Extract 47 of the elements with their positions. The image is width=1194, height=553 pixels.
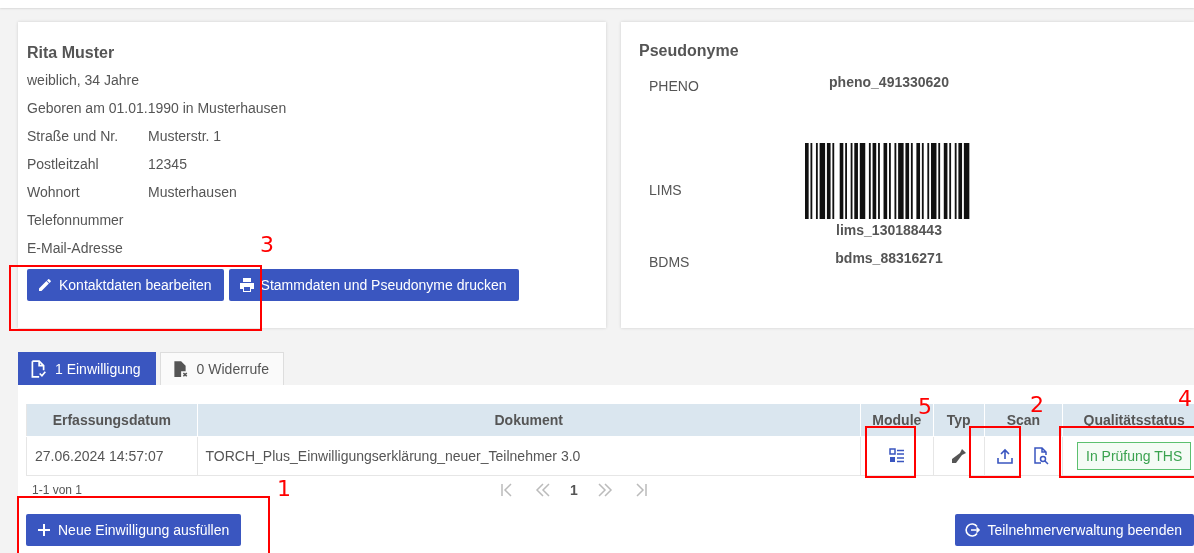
status-badge: In Prüfung THS [1077, 442, 1192, 470]
field-label: Postleitzahl [27, 156, 99, 174]
page-number[interactable]: 1 [570, 482, 578, 498]
upload-icon[interactable] [996, 447, 1015, 466]
field-value: Musterhausen [148, 184, 237, 202]
annotation-frame [865, 426, 916, 478]
tab[interactable]: 0 Widerrufe [159, 352, 284, 385]
field-label: E-Mail-Adresse [27, 240, 123, 258]
tab[interactable]: 1 Einwilligung [18, 352, 156, 385]
result-count: 1-1 von 1 [32, 483, 83, 497]
pseudonym-label: LIMS [649, 182, 683, 198]
annotation-frame [969, 426, 1021, 478]
column-header: Typ [933, 403, 985, 437]
document-check-icon [29, 360, 47, 378]
pen-nib-icon [949, 447, 968, 466]
plus-icon [36, 522, 52, 538]
person-name: Rita Muster [27, 44, 115, 62]
column-header: Dokument [197, 403, 861, 437]
next-page-icon[interactable] [595, 481, 614, 499]
annotation-number: 3 [260, 232, 274, 257]
field-value: Musterstr. 1 [148, 128, 222, 146]
edit-button[interactable]: Kontaktdaten bearbeiten [27, 269, 224, 301]
table-cell: 27.06.2024 14:57:07 [26, 436, 198, 476]
person-summary: weiblich, 34 Jahre [27, 72, 140, 88]
field-label: Straße und Nr. [27, 128, 119, 146]
exit-icon [965, 522, 982, 538]
add-button[interactable]: Neue Einwilligung ausfüllen [26, 514, 242, 546]
document-search-icon[interactable] [1032, 447, 1051, 466]
pseudonym-value: pheno_491330620 [829, 74, 949, 90]
pseudonym-value: lims_130188443 [836, 221, 942, 238]
previous-page-icon[interactable] [534, 481, 553, 499]
exit-button[interactable]: Teilnehmerverwaltung beenden [955, 514, 1194, 546]
table-cell: TORCH_Plus_Einwilligungserklärung_neuer_Teilnehmer 3.0 [197, 436, 861, 476]
printer-icon [238, 277, 255, 293]
field-label: Telefonnummer [27, 212, 124, 230]
pseudonym-label: BDMS [649, 253, 691, 270]
field-label: Wohnort [27, 184, 80, 202]
birth-info: Geboren am 01.01.1990 in Musterhausen [27, 100, 287, 116]
annotation-number: 1 [277, 476, 291, 501]
field-value: 12345 [148, 156, 187, 174]
annotation-number: 2 [1030, 392, 1044, 417]
pseudonym-value: bdms_88316271 [835, 250, 943, 266]
pencil-icon [37, 277, 53, 293]
column-header: Erfassungsdatum [26, 403, 198, 437]
card-title: Pseudonyme [639, 42, 739, 60]
print-button[interactable]: Stammdaten und Pseudonyme drucken [228, 269, 519, 301]
pseudonym-label: PHENO [649, 77, 700, 94]
